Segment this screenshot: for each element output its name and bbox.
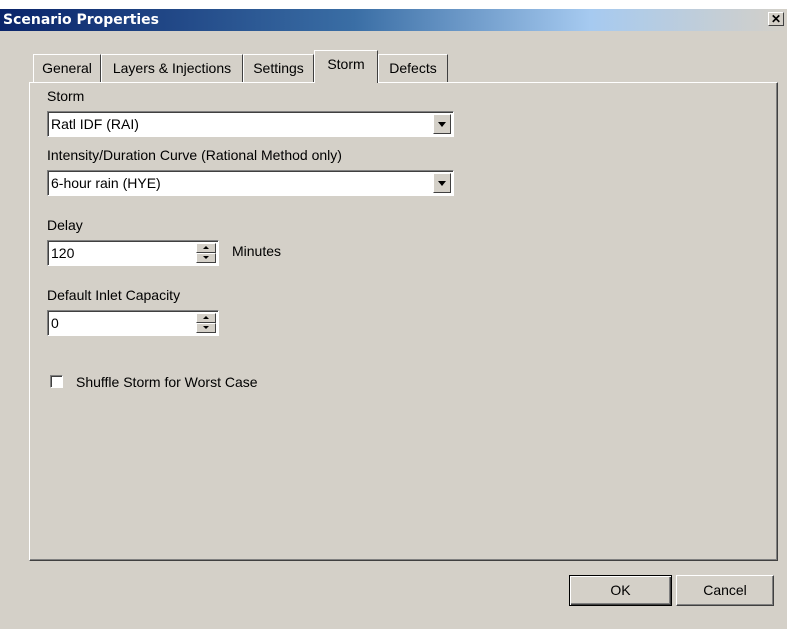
idf-curve-select-value: 6-hour rain (HYE) [51,175,161,191]
inlet-capacity-decrement-button[interactable] [196,323,216,333]
tab-defects[interactable]: Defects [378,54,448,82]
tab-storm[interactable]: Storm [314,50,378,83]
storm-tab-panel: Storm Ratl IDF (RAI) Intensity/Duration … [29,82,778,561]
chevron-down-icon [438,181,446,186]
ok-button[interactable]: OK [569,575,672,606]
inlet-capacity-increment-button[interactable] [196,313,216,323]
chevron-down-icon [203,326,209,329]
chevron-down-icon [203,256,209,259]
shuffle-storm-label[interactable]: Shuffle Storm for Worst Case [76,374,258,390]
storm-select-value: Ratl IDF (RAI) [51,116,139,132]
tab-settings[interactable]: Settings [243,54,314,82]
tab-settings-label: Settings [253,60,304,76]
tab-layers-injections-label: Layers & Injections [112,60,232,76]
storm-select[interactable]: Ratl IDF (RAI) [47,111,454,137]
tab-storm-label: Storm [327,56,365,72]
tab-defects-label: Defects [389,60,437,76]
delay-value: 120 [51,245,75,261]
inlet-capacity-value: 0 [51,315,59,331]
top-strip [0,0,787,9]
idf-curve-select[interactable]: 6-hour rain (HYE) [47,170,454,196]
storm-label: Storm [47,88,85,104]
delay-label: Delay [47,217,83,233]
chevron-up-icon [203,316,209,319]
idf-curve-label: Intensity/Duration Curve (Rational Metho… [47,147,342,163]
storm-dropdown-button[interactable] [433,114,451,134]
shuffle-storm-checkbox[interactable] [50,375,63,388]
tab-general[interactable]: General [33,54,101,82]
delay-input[interactable]: 120 [47,240,219,266]
inlet-capacity-spinner[interactable] [196,313,216,333]
inlet-capacity-label: Default Inlet Capacity [47,287,181,303]
close-icon[interactable]: ✕ [768,12,784,26]
dialog-title: Scenario Properties [3,12,160,28]
cancel-button[interactable]: Cancel [676,575,774,606]
tab-general-label: General [42,60,92,76]
chevron-down-icon [438,122,446,127]
inlet-capacity-input[interactable]: 0 [47,310,219,336]
delay-unit-label: Minutes [232,243,282,259]
title-bar[interactable]: Scenario Properties [0,9,787,31]
delay-spinner[interactable] [196,243,216,263]
tab-layers-injections[interactable]: Layers & Injections [101,54,243,82]
scenario-properties-dialog: Scenario Properties ✕ General Layers & I… [0,0,787,629]
chevron-up-icon [203,246,209,249]
delay-decrement-button[interactable] [196,253,216,263]
delay-increment-button[interactable] [196,243,216,253]
idf-curve-dropdown-button[interactable] [433,173,451,193]
